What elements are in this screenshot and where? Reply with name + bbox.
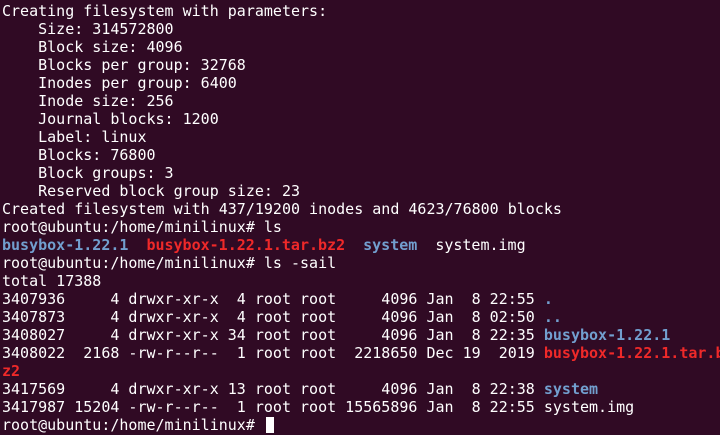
mkfs-param: Reserved block group size: 23 [2, 182, 301, 200]
shell-prompt: root@ubuntu:/home/minilinux# [2, 416, 264, 434]
listing-row: 3417569 4 drwxr-xr-x 13 root root 4096 J… [2, 380, 720, 398]
listing-details: 3408027 4 drwxr-xr-x 34 root root 4096 J… [2, 326, 544, 344]
mkfs-param: Blocks: 76800 [2, 146, 156, 164]
listing-row: 3407936 4 drwxr-xr-x 4 root root 4096 Ja… [2, 290, 720, 308]
listing-details: 3407873 4 drwxr-xr-x 4 root root 4096 Ja… [2, 308, 544, 326]
mkfs-param: Size: 314572800 [2, 20, 174, 38]
listing-row: 3408027 4 drwxr-xr-x 34 root root 4096 J… [2, 326, 720, 344]
command-line: root@ubuntu:/home/minilinux# ls -sail [2, 254, 720, 272]
text-cursor [265, 417, 274, 433]
ls-entry: system.img [435, 236, 526, 254]
terminal-window[interactable]: Creating filesystem with parameters: Siz… [0, 0, 720, 435]
listing-row: 3407873 4 drwxr-xr-x 4 root root 4096 Ja… [2, 308, 720, 326]
ls-entry: busybox-1.22.1.tar.bz2 [146, 236, 346, 254]
listing-total: total 17388 [2, 272, 102, 290]
ls-entry: busybox-1.22.1 [2, 236, 129, 254]
listing-filename: busybox-1.22.1 [543, 326, 671, 344]
mkfs-param: Blocks per group: 32768 [2, 56, 246, 74]
listing-row: 3417987 15204 -rw-r--r-- 1 root root 155… [2, 398, 720, 416]
ls-entry: system [363, 236, 418, 254]
listing-filename: z2 [2, 362, 21, 380]
listing-details: 3407936 4 drwxr-xr-x 4 root root 4096 Ja… [2, 290, 544, 308]
mkfs-param: Inodes per group: 6400 [2, 74, 237, 92]
listing-filename: busybox-1.22.1.tar.b [543, 344, 720, 362]
listing-details: 3417569 4 drwxr-xr-x 13 root root 4096 J… [2, 380, 544, 398]
listing-filename: .. [543, 308, 562, 326]
listing-row-wrap: z2 [2, 362, 720, 380]
mkfs-param: Label: linux [2, 128, 147, 146]
shell-prompt: root@ubuntu:/home/minilinux# [2, 218, 264, 236]
mkfs-param: Block groups: 3 [2, 164, 174, 182]
shell-prompt: root@ubuntu:/home/minilinux# [2, 254, 264, 272]
listing-details: 3417987 15204 -rw-r--r-- 1 root root 155… [2, 398, 544, 416]
listing-row: 3408022 2168 -rw-r--r-- 1 root root 2218… [2, 344, 720, 362]
command-line: root@ubuntu:/home/minilinux# ls [2, 218, 720, 236]
command-text: ls [263, 218, 282, 236]
listing-details: 3408022 2168 -rw-r--r-- 1 root root 2218… [2, 344, 544, 362]
listing-filename: system [543, 380, 599, 398]
mkfs-header: Creating filesystem with parameters: [2, 2, 328, 20]
mkfs-result: Created filesystem with 437/19200 inodes… [2, 200, 562, 218]
mkfs-param: Journal blocks: 1200 [2, 110, 219, 128]
mkfs-param: Inode size: 256 [2, 92, 174, 110]
mkfs-param: Block size: 4096 [2, 38, 183, 56]
listing-filename: . [543, 290, 553, 308]
ls-output: busybox-1.22.1 busybox-1.22.1.tar.bz2 syst… [2, 236, 720, 254]
listing-filename: system.img [543, 398, 635, 416]
active-prompt-line[interactable]: root@ubuntu:/home/minilinux# [2, 416, 720, 434]
command-text: ls -sail [263, 254, 337, 272]
